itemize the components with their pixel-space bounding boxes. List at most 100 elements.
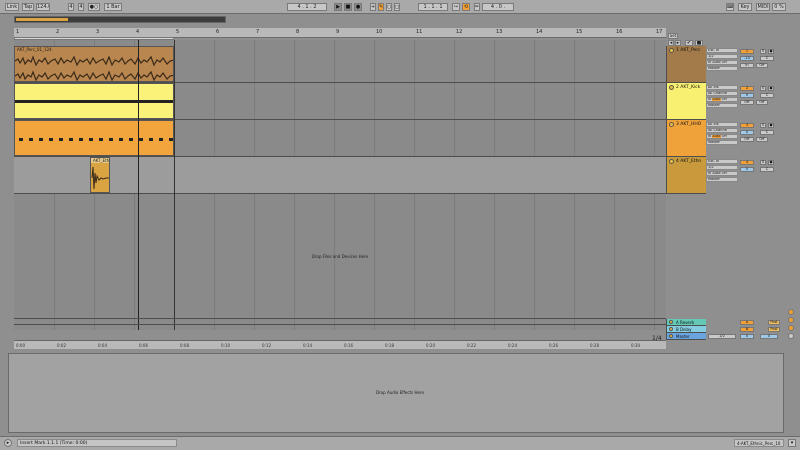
send-b-field[interactable]: Off <box>756 100 768 105</box>
volume-field[interactable]: -14 <box>740 56 754 61</box>
input-type-menu[interactable]: All Ins <box>706 122 738 127</box>
overview-viewport[interactable] <box>16 18 68 21</box>
input-channel-menu[interactable]: All Channe <box>706 91 738 96</box>
return-b-button[interactable]: B <box>740 327 754 332</box>
pan-field[interactable]: C <box>760 93 774 98</box>
input-type-menu[interactable]: All Ins <box>706 85 738 90</box>
draw-mode-icon[interactable]: ✏ <box>474 3 480 11</box>
send-a-field[interactable]: Off <box>740 137 754 142</box>
track-activator-icon[interactable] <box>669 48 674 53</box>
track-header-hho[interactable]: 3 AKT_HHO <box>666 120 706 157</box>
audio-clip[interactable]: AKT_Ethn <box>90 157 110 193</box>
midi-map-button[interactable]: MIDI <box>756 3 770 11</box>
pan-field[interactable]: C <box>760 130 774 135</box>
tap-button[interactable]: Tap <box>22 3 34 11</box>
track-header-ethn[interactable]: 4 AKT_Ethn <box>666 157 706 194</box>
input-channel-menu[interactable]: 1/2 <box>706 165 738 170</box>
key-map-button[interactable]: Key <box>738 3 752 11</box>
track-lane-hho[interactable] <box>14 120 666 157</box>
post-button[interactable]: Post <box>768 320 780 325</box>
monitor-switch[interactable]: In Auto Off <box>706 97 738 102</box>
master-track[interactable]: Master <box>666 333 706 340</box>
track-activator-icon[interactable] <box>669 85 674 90</box>
time-sig-denominator[interactable]: 4 <box>78 3 84 11</box>
record-button[interactable]: ● <box>354 3 362 11</box>
return-a-button[interactable]: A <box>740 320 754 325</box>
output-menu[interactable]: Master <box>706 66 738 71</box>
return-toggle-icon[interactable] <box>788 309 794 315</box>
link-button[interactable]: Link <box>5 3 19 11</box>
track-number-button[interactable]: 4 <box>740 160 754 165</box>
overdub-button[interactable]: + <box>370 3 376 11</box>
track-number-button[interactable]: 1 <box>740 49 754 54</box>
input-type-menu[interactable]: Ext. In <box>706 159 738 164</box>
punch-in-field[interactable]: 1 . 1 . 1 <box>418 3 448 11</box>
track-number-button[interactable]: 2 <box>740 86 754 91</box>
track-lane-kick[interactable] <box>14 83 666 120</box>
arrangement-position-field[interactable]: 4 . 1 . 2 <box>287 3 327 11</box>
time-ruler[interactable]: 0:00 0:02 0:04 0:06 0:08 0:10 0:12 0:14 … <box>14 340 666 349</box>
tempo-field[interactable]: 124.00 <box>36 3 50 11</box>
arm-button[interactable]: ● <box>768 86 774 91</box>
track-activator-icon[interactable] <box>669 334 673 338</box>
solo-button[interactable]: S <box>760 86 766 91</box>
track-lane-ethn[interactable]: AKT_Ethn <box>14 157 666 194</box>
return-track-b[interactable]: B Delay <box>666 326 706 333</box>
arm-button[interactable]: ● <box>768 160 774 165</box>
arm-button[interactable]: ● <box>768 123 774 128</box>
send-b-field[interactable]: Off <box>756 137 768 142</box>
pan-field[interactable]: C <box>760 167 774 172</box>
input-type-menu[interactable]: Ext. In <box>706 48 738 53</box>
zoom-level[interactable]: 1/4 <box>652 335 662 342</box>
track-activator-icon[interactable] <box>669 327 673 331</box>
send-a-field[interactable]: Off <box>740 100 754 105</box>
output-menu[interactable]: Master <box>706 140 738 145</box>
automation-arm-icon[interactable]: ✎ <box>378 3 384 11</box>
output-menu[interactable]: Master <box>706 103 738 108</box>
input-channel-menu[interactable]: All Channe <box>706 128 738 133</box>
pan-field[interactable]: C <box>760 56 774 61</box>
volume-field[interactable]: 0 <box>740 130 754 135</box>
capture-icon[interactable]: ◻ <box>394 3 400 11</box>
track-activator-icon[interactable] <box>669 320 673 324</box>
master-volume-field[interactable]: 0 <box>740 334 754 339</box>
arrangement-overview[interactable] <box>14 16 226 23</box>
mixer-toggle-icon[interactable] <box>788 333 794 339</box>
track-number-button[interactable]: 3 <box>740 123 754 128</box>
track-activator-icon[interactable] <box>669 122 674 127</box>
volume-field[interactable]: 0 <box>740 93 754 98</box>
track-header-perc[interactable]: 1 AKT_Perc <box>666 46 706 83</box>
volume-field[interactable]: 0 <box>740 167 754 172</box>
send-b-field[interactable]: Off <box>756 63 768 68</box>
monitor-switch[interactable]: In Auto Off <box>706 60 738 65</box>
io-toggle-icon[interactable] <box>788 325 794 331</box>
set-locator-button[interactable]: Set <box>668 33 678 39</box>
track-activator-icon[interactable] <box>669 159 674 164</box>
solo-button[interactable]: S <box>760 123 766 128</box>
metronome-button[interactable]: ●○ <box>88 3 100 11</box>
session-record-icon[interactable]: ○ <box>386 3 392 11</box>
output-menu[interactable]: Master <box>706 177 738 182</box>
monitor-switch[interactable]: In Auto Off <box>706 171 738 176</box>
audio-clip[interactable]: AKT_Perc_01_124 <box>14 46 174 82</box>
time-sig-numerator[interactable]: 4 <box>68 3 74 11</box>
monitor-switch[interactable]: In Auto Off <box>706 134 738 139</box>
arrangement-view[interactable]: AKT_Perc_01_124 AKT_Ethn <box>14 40 666 330</box>
loop-switch-icon[interactable]: ⟲ <box>462 3 470 11</box>
midi-clip[interactable] <box>14 120 174 156</box>
loop-length-field[interactable]: 4 . 0 . <box>482 3 514 11</box>
master-output-menu[interactable]: 1/2 <box>708 334 736 339</box>
play-button[interactable]: ▶ <box>334 3 342 11</box>
detail-toggle-icon[interactable]: ▾ <box>788 439 796 447</box>
info-toggle-icon[interactable]: ▸ <box>4 439 12 447</box>
input-channel-menu[interactable]: 1/2 <box>706 54 738 59</box>
stop-button[interactable]: ■ <box>344 3 352 11</box>
solo-button[interactable]: S <box>760 160 766 165</box>
midi-clip[interactable] <box>14 83 174 119</box>
send-a-field[interactable]: In <box>740 63 754 68</box>
post-button[interactable]: Post <box>768 327 780 332</box>
key-map-icon[interactable]: ⌨ <box>726 3 734 11</box>
master-toggle-icon[interactable] <box>788 317 794 323</box>
follow-icon[interactable]: ↪ <box>452 3 460 11</box>
track-header-kick[interactable]: 2 AKT_Kick <box>666 83 706 120</box>
